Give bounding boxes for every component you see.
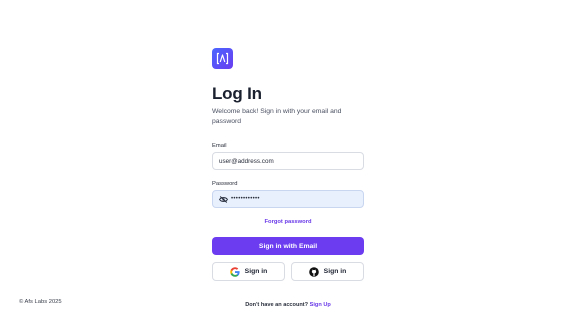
- github-sign-in-label: Sign in: [323, 268, 347, 275]
- github-sign-in-button[interactable]: Sign in: [291, 262, 364, 281]
- app-logo: [212, 48, 233, 69]
- google-sign-in-label: Sign in: [244, 268, 268, 275]
- email-field[interactable]: [213, 157, 363, 165]
- github-icon: [308, 266, 319, 277]
- google-sign-in-button[interactable]: Sign in: [212, 262, 285, 281]
- sign-up-link[interactable]: Sign Up: [310, 302, 331, 308]
- page-subtitle: Welcome back! Sign in with your email an…: [212, 108, 342, 125]
- copyright-text: © Afs Labs 2025: [19, 299, 62, 305]
- email-field-container: [212, 152, 364, 170]
- forgot-password-link[interactable]: Forgot password: [212, 219, 364, 225]
- signup-prompt: Don't have an account? Sign Up: [212, 302, 364, 308]
- google-icon: [229, 266, 240, 277]
- bracket-logo-icon: [216, 52, 229, 65]
- password-field[interactable]: [228, 196, 363, 202]
- eye-off-icon[interactable]: [219, 195, 228, 203]
- password-label: Password: [212, 181, 238, 187]
- sign-in-email-button[interactable]: Sign in with Email: [212, 237, 364, 255]
- email-label: Email: [212, 143, 227, 149]
- password-field-container: [212, 190, 364, 208]
- signup-prompt-text: Don't have an account?: [245, 302, 309, 308]
- page-title: Log In: [212, 84, 262, 103]
